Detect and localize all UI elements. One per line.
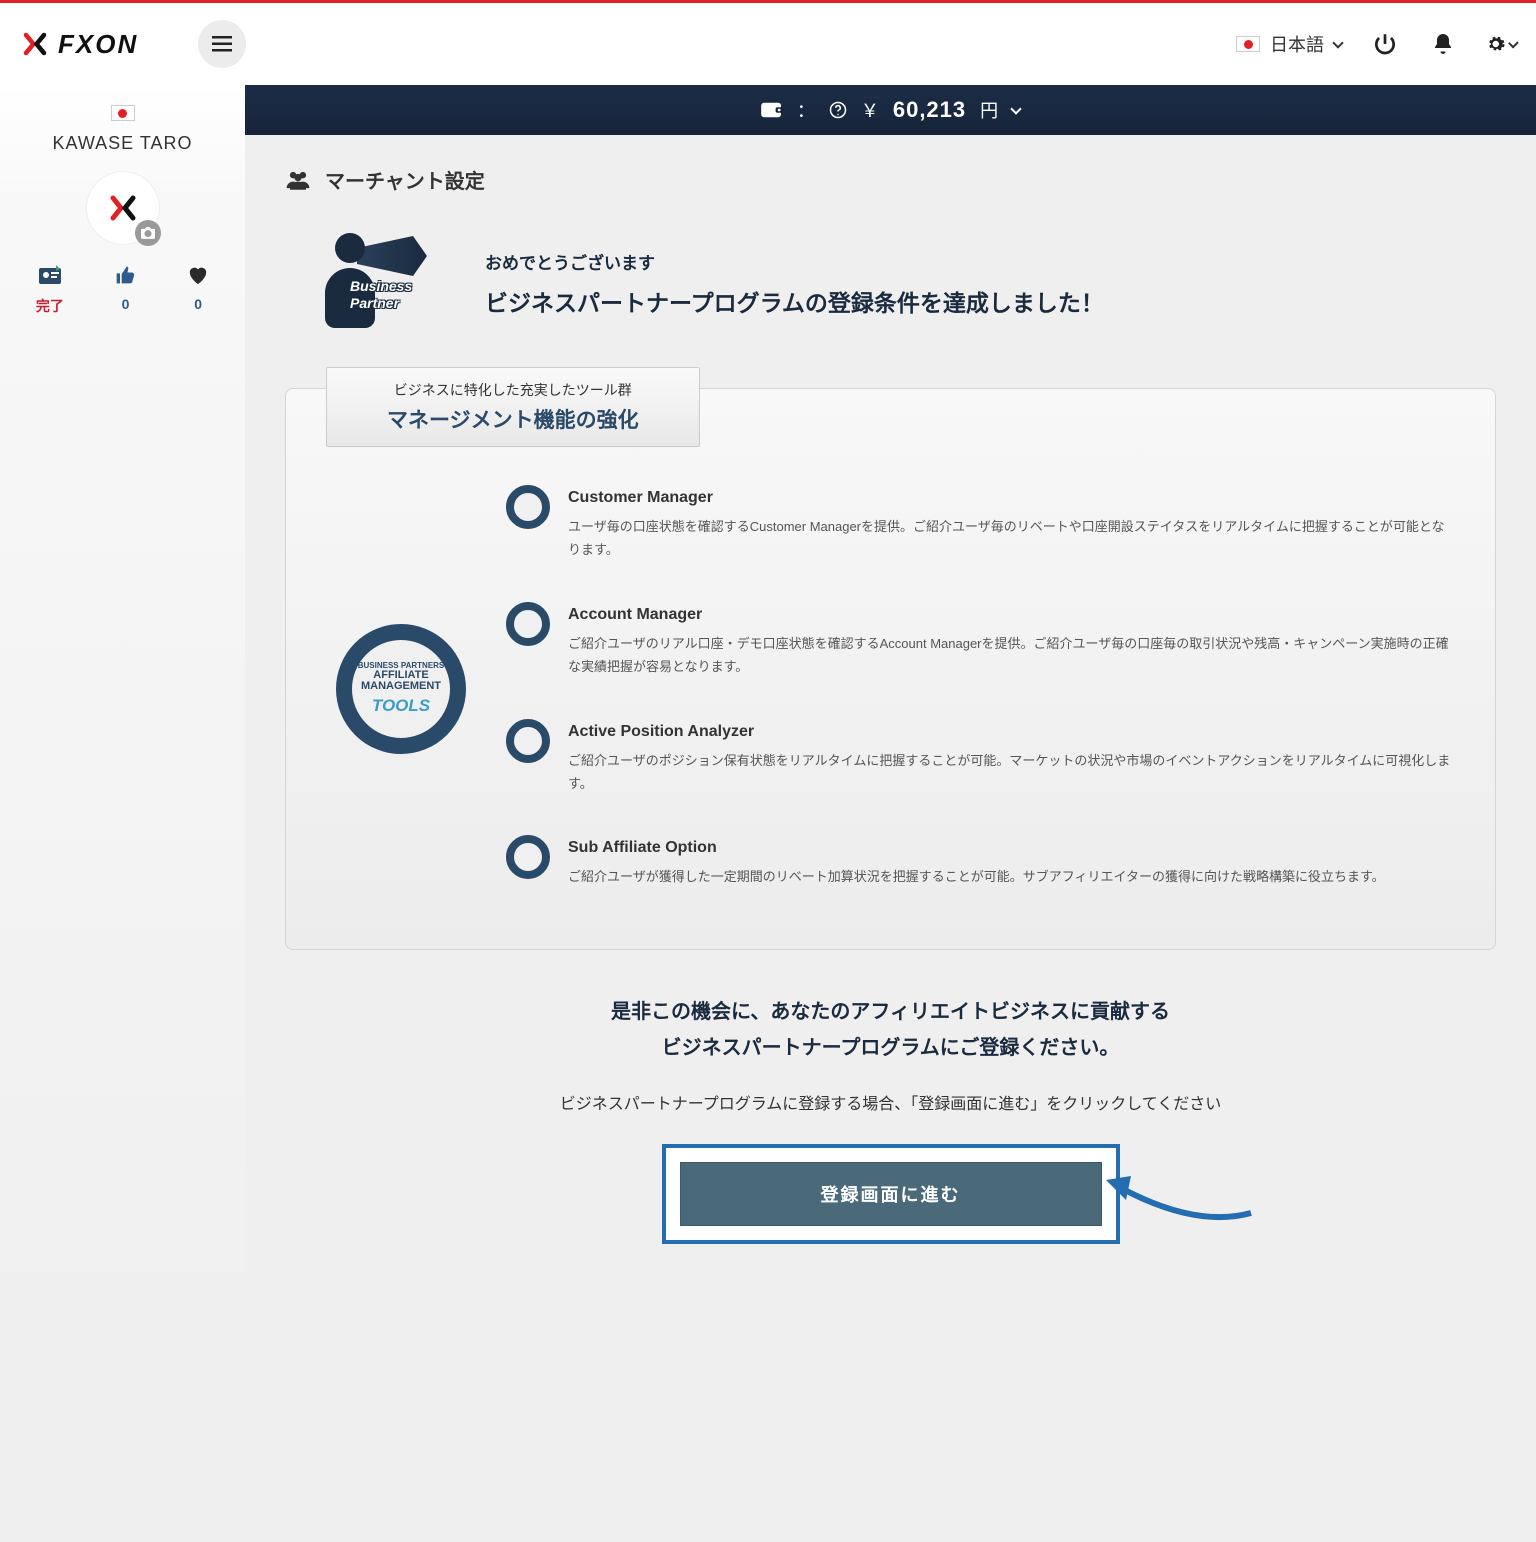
help-icon	[829, 101, 847, 119]
cta-heading: 是非この機会に、あなたのアフィリエイトビジネスに貢献するビジネスパートナープログ…	[305, 994, 1476, 1066]
tool-desc: ユーザ毎の口座状態を確認するCustomer Managerを提供。ご紹介ユーザ…	[568, 515, 1455, 562]
tool-item: Sub Affiliate Option ご紹介ユーザが獲得した一定期間のリベー…	[506, 839, 1455, 888]
stat-thumbs-value: 0	[122, 296, 130, 312]
page-title-row: マーチャント設定	[285, 165, 1496, 194]
balance-currency: ￥	[861, 97, 879, 123]
pointer-arrow-icon	[1096, 1158, 1256, 1228]
language-selector[interactable]: 日本語	[1236, 31, 1342, 57]
gear-icon	[1486, 31, 1506, 57]
page-title: マーチャント設定	[325, 165, 485, 194]
balance-sep: ：	[797, 97, 815, 123]
hamburger-icon	[212, 36, 232, 52]
hub-label-2: AFFILIATE MANAGEMENT	[352, 670, 450, 692]
cta-instruction: ビジネスパートナープログラムに登録する場合、「登録画面に進む」をクリックしてくだ…	[305, 1090, 1476, 1114]
power-icon	[1372, 31, 1398, 57]
tools-hub-circle-icon: BUSINESS PARTNERS AFFILIATE MANAGEMENT T…	[336, 624, 466, 754]
language-label: 日本語	[1270, 31, 1324, 57]
heart-icon	[187, 264, 209, 286]
balance-amount: 60,213	[893, 97, 966, 123]
brand-name: FXON	[58, 29, 138, 60]
features-badge-subtitle: ビジネスに特化した充実したツール群	[387, 380, 639, 400]
tool-node-icon	[506, 719, 550, 763]
tool-desc: ご紹介ユーザが獲得した一定期間のリベート加算状況を把握することが可能。サブアフィ…	[568, 865, 1455, 888]
people-icon	[285, 170, 311, 190]
user-name: KAWASE TARO	[52, 133, 192, 154]
hub-label-3: TOOLS	[372, 696, 430, 716]
business-partner-figure-icon: BusinessPartner	[315, 228, 455, 338]
avatar-logo-icon	[103, 188, 143, 228]
features-badge-title: マネージメント機能の強化	[387, 404, 639, 434]
thumbs-up-icon	[115, 264, 135, 286]
settings-button[interactable]	[1486, 29, 1516, 59]
tool-desc: ご紹介ユーザのリアル口座・デモ口座状態を確認するAccount Managerを…	[568, 632, 1455, 679]
stat-complete-label: 完了	[36, 296, 64, 316]
balance-unit: 円	[980, 97, 998, 123]
tool-title: Active Position Analyzer	[568, 723, 1455, 741]
site-header: FXON 日本語	[0, 3, 1536, 85]
congrats-subtitle: おめでとうございます	[485, 249, 1496, 274]
tool-title: Sub Affiliate Option	[568, 839, 1455, 857]
stat-thumbs: 0	[115, 264, 135, 316]
tool-title: Customer Manager	[568, 489, 1455, 507]
tools-hub: BUSINESS PARTNERS AFFILIATE MANAGEMENT T…	[326, 624, 476, 754]
cta-button-highlight: 登録画面に進む	[662, 1144, 1120, 1244]
menu-toggle-button[interactable]	[198, 20, 246, 68]
tool-node-icon	[506, 485, 550, 529]
user-country-flag-icon	[111, 105, 135, 121]
avatar[interactable]	[87, 172, 159, 244]
chevron-down-icon	[1508, 37, 1518, 47]
chevron-down-icon	[1010, 103, 1021, 114]
change-avatar-button[interactable]	[135, 220, 161, 246]
tool-node-icon	[506, 835, 550, 879]
tool-item: Active Position Analyzer ご紹介ユーザのポジション保有状…	[506, 723, 1455, 796]
stat-hearts: 0	[187, 264, 209, 316]
main-content: ： ￥ 60,213 円 マーチャント設定 BusinessPartner	[245, 85, 1536, 1274]
tool-desc: ご紹介ユーザのポジション保有状態をリアルタイムに把握することが可能。マーケットの…	[568, 749, 1455, 796]
chevron-down-icon	[1332, 37, 1343, 48]
stat-complete: 完了	[36, 264, 64, 316]
proceed-registration-button[interactable]: 登録画面に進む	[680, 1162, 1102, 1226]
balance-bar[interactable]: ： ￥ 60,213 円	[245, 85, 1536, 135]
congrats-section: BusinessPartner おめでとうございます ビジネスパートナープログラ…	[285, 228, 1496, 338]
japan-flag-icon	[1236, 36, 1260, 52]
brand-logo[interactable]: FXON	[20, 29, 138, 60]
features-card: ビジネスに特化した充実したツール群 マネージメント機能の強化 BUSINESS …	[285, 388, 1496, 950]
tool-item: Customer Manager ユーザ毎の口座状態を確認するCustomer …	[506, 489, 1455, 562]
tool-item: Account Manager ご紹介ユーザのリアル口座・デモ口座状態を確認する…	[506, 606, 1455, 679]
power-button[interactable]	[1370, 29, 1400, 59]
id-badge-icon	[38, 264, 62, 286]
tool-title: Account Manager	[568, 606, 1455, 624]
notifications-button[interactable]	[1428, 29, 1458, 59]
congrats-title: ビジネスパートナープログラムの登録条件を達成しました！	[485, 284, 1496, 318]
stat-hearts-value: 0	[194, 296, 202, 312]
tool-node-icon	[506, 602, 550, 646]
wallet-icon	[761, 101, 783, 119]
logo-mark-icon	[20, 29, 50, 59]
bell-icon	[1431, 32, 1455, 56]
camera-icon	[141, 227, 155, 239]
user-sidebar: KAWASE TARO 完了	[0, 85, 245, 1274]
features-badge: ビジネスに特化した充実したツール群 マネージメント機能の強化	[326, 367, 700, 447]
tools-list: Customer Manager ユーザ毎の口座状態を確認するCustomer …	[506, 489, 1455, 889]
cta-section: 是非この機会に、あなたのアフィリエイトビジネスに貢献するビジネスパートナープログ…	[285, 994, 1496, 1244]
